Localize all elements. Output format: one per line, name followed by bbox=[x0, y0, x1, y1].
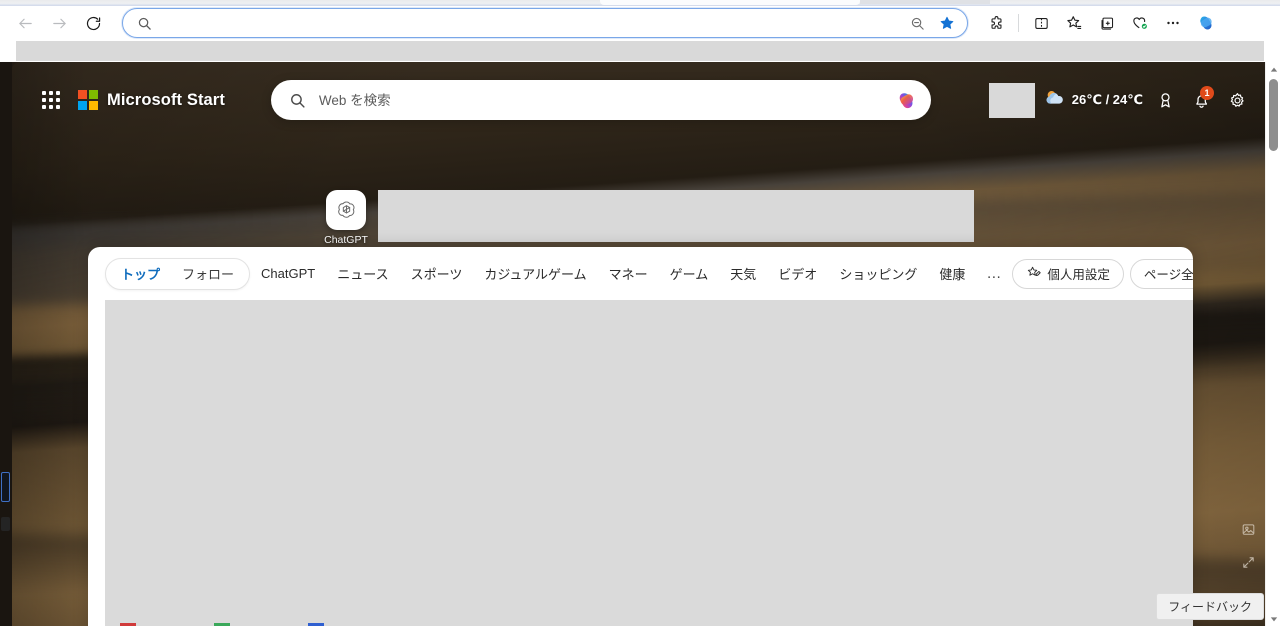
nav-link-money[interactable]: マネー bbox=[598, 259, 659, 289]
edge-badge bbox=[1, 472, 10, 502]
browser-essentials-icon[interactable] bbox=[1124, 8, 1156, 38]
forward-button[interactable] bbox=[42, 8, 76, 38]
partly-cloudy-icon bbox=[1043, 87, 1067, 114]
shortcut-tile-chatgpt[interactable]: ChatGPT bbox=[322, 190, 370, 246]
personalize-button[interactable]: 個人用設定 bbox=[1012, 258, 1124, 289]
feed-loading-overlay bbox=[105, 300, 1193, 626]
browser-chrome bbox=[0, 0, 1280, 62]
nav-link-news[interactable]: ニュース bbox=[326, 259, 399, 289]
edge-badge-secondary bbox=[1, 517, 10, 531]
address-bar[interactable] bbox=[122, 8, 968, 38]
back-button[interactable] bbox=[8, 8, 42, 38]
scrollbar-thumb[interactable] bbox=[1269, 79, 1278, 151]
feed-tab-group: トップ フォロー bbox=[105, 257, 251, 290]
page-view-label: ページ全体 bbox=[1143, 268, 1193, 282]
page-scrollbar[interactable] bbox=[1265, 62, 1280, 626]
start-header: Microsoft Start Web を検索 26℃ / 24℃ 1 bbox=[12, 62, 1265, 138]
shortcut-row: ChatGPT bbox=[322, 190, 974, 246]
nav-link-games[interactable]: ゲーム bbox=[659, 259, 720, 289]
collections-icon[interactable] bbox=[1091, 8, 1123, 38]
web-search-input[interactable] bbox=[305, 92, 893, 108]
scroll-down-arrow-icon[interactable] bbox=[1266, 611, 1280, 626]
refresh-button[interactable] bbox=[76, 8, 110, 38]
tab-follow[interactable]: フォロー bbox=[171, 259, 245, 289]
image-info-icon[interactable] bbox=[1241, 522, 1256, 542]
wallpaper-controls bbox=[1241, 522, 1256, 575]
search-area bbox=[225, 80, 977, 120]
window-left-edge bbox=[0, 62, 12, 626]
page-viewport: Microsoft Start Web を検索 26℃ / 24℃ 1 Chat… bbox=[0, 62, 1280, 626]
sparkle-star-icon bbox=[1026, 265, 1041, 283]
nav-link-chatgpt[interactable]: ChatGPT bbox=[250, 259, 326, 289]
settings-more-icon[interactable] bbox=[1157, 8, 1189, 38]
web-search-box[interactable] bbox=[270, 80, 931, 120]
microsoft-logo-icon bbox=[78, 90, 98, 110]
address-input[interactable] bbox=[152, 16, 903, 30]
browser-toolbar-right bbox=[976, 8, 1222, 38]
shortcut-label: ChatGPT bbox=[324, 234, 368, 246]
nav-link-shopping[interactable]: ショッピング bbox=[828, 259, 928, 289]
favorite-star-icon[interactable] bbox=[933, 10, 961, 36]
feed-navigation: トップ フォロー ChatGPT ニュース スポーツ カジュアルゲーム マネー … bbox=[88, 247, 1193, 300]
extensions-icon[interactable] bbox=[980, 8, 1012, 38]
weather-widget[interactable]: 26℃ / 24℃ bbox=[1043, 87, 1143, 114]
nav-link-casual-games[interactable]: カジュアルゲーム bbox=[473, 259, 597, 289]
toolbar-divider bbox=[1018, 14, 1019, 32]
browser-tab[interactable] bbox=[600, 0, 860, 5]
copilot-search-icon[interactable] bbox=[893, 86, 921, 114]
nav-link-sports[interactable]: スポーツ bbox=[400, 259, 474, 289]
nav-link-health[interactable]: 健康 bbox=[928, 259, 976, 289]
zoom-out-icon[interactable] bbox=[903, 10, 931, 36]
shortcut-placeholder-block bbox=[378, 190, 974, 242]
search-icon bbox=[289, 92, 306, 109]
copilot-sidebar-icon[interactable] bbox=[1190, 8, 1222, 38]
address-bar-actions bbox=[903, 10, 961, 36]
scroll-up-arrow-icon[interactable] bbox=[1266, 62, 1280, 77]
start-header-right: 26℃ / 24℃ 1 bbox=[988, 82, 1251, 118]
rewards-icon[interactable] bbox=[1151, 86, 1179, 114]
notification-badge: 1 bbox=[1200, 86, 1214, 100]
nav-link-weather[interactable]: 天気 bbox=[719, 259, 767, 289]
nav-more-button[interactable]: … bbox=[976, 259, 1012, 289]
tab-top[interactable]: トップ bbox=[110, 259, 171, 289]
app-launcher-icon[interactable] bbox=[38, 87, 64, 113]
weather-temperature: 26℃ / 24℃ bbox=[1071, 92, 1143, 107]
page-view-dropdown[interactable]: ページ全体 bbox=[1129, 258, 1193, 289]
expand-icon[interactable] bbox=[1241, 555, 1256, 575]
personalize-label: 個人用設定 bbox=[1047, 268, 1110, 282]
brand[interactable]: Microsoft Start bbox=[78, 90, 225, 110]
favorites-icon[interactable] bbox=[1058, 8, 1090, 38]
search-icon bbox=[137, 16, 152, 31]
browser-tab-inactive[interactable] bbox=[860, 0, 990, 4]
favorites-bar-placeholder bbox=[16, 41, 1264, 61]
split-screen-icon[interactable] bbox=[1025, 8, 1057, 38]
feedback-button[interactable]: フィードバック bbox=[1156, 593, 1264, 620]
notifications-icon[interactable]: 1 bbox=[1187, 86, 1215, 114]
navigation-toolbar bbox=[0, 6, 1280, 40]
brand-title: Microsoft Start bbox=[107, 90, 225, 109]
favorites-bar[interactable] bbox=[0, 40, 1280, 62]
nav-link-video[interactable]: ビデオ bbox=[767, 259, 828, 289]
feed-panel: トップ フォロー ChatGPT ニュース スポーツ カジュアルゲーム マネー … bbox=[88, 247, 1193, 626]
avatar[interactable] bbox=[988, 82, 1035, 118]
chatgpt-icon bbox=[326, 190, 366, 230]
gear-icon[interactable] bbox=[1223, 86, 1251, 114]
